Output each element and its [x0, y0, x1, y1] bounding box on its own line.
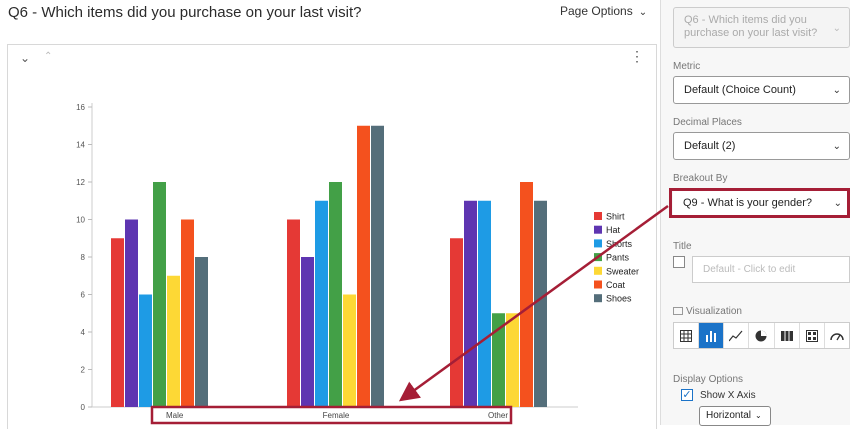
title-label: Title	[673, 241, 692, 252]
pie-chart-icon[interactable]	[749, 323, 775, 348]
bar-sweater-male	[167, 275, 180, 407]
bar-pants-male	[153, 182, 166, 407]
bar-shoes-female	[371, 125, 384, 407]
visualization-label-text: Visualization	[686, 306, 742, 317]
line-chart-icon[interactable]	[724, 323, 750, 348]
bar-shirt-other	[450, 238, 463, 407]
legend-label: Pants	[606, 253, 630, 263]
y-tick-label: 0	[81, 403, 86, 412]
chevron-down-icon: ⌄	[755, 411, 762, 420]
bar-coat-female	[357, 125, 370, 407]
metric-label: Metric	[673, 61, 701, 72]
breakout-by-label: Breakout By	[673, 173, 728, 184]
grid-icon[interactable]	[800, 323, 825, 348]
gauge-icon[interactable]	[825, 323, 849, 348]
y-tick-label: 12	[76, 178, 85, 187]
legend-swatch	[594, 294, 602, 303]
legend-label: Hat	[606, 225, 621, 235]
legend-swatch	[594, 266, 602, 275]
bar-chart-icon[interactable]	[699, 323, 725, 348]
chevron-down-icon: ⌄	[832, 141, 841, 152]
decimal-places-select[interactable]: Default (2) ⌄	[673, 132, 850, 160]
y-tick-label: 6	[81, 291, 86, 300]
breakout-by-value: Q9 - What is your gender?	[683, 197, 813, 209]
y-tick-label: 4	[81, 328, 86, 337]
page-options-label: Page Options	[560, 4, 633, 18]
legend-label: Shoes	[606, 294, 632, 304]
report-header: Q6 - Which items did you purchase on you…	[0, 0, 660, 34]
category-label: Female	[323, 411, 350, 420]
legend-swatch	[594, 239, 602, 248]
bar-pants-other	[492, 313, 505, 407]
decimal-places-value: Default (2)	[684, 140, 736, 152]
bar-shorts-female	[315, 200, 328, 407]
image-icon	[673, 307, 683, 316]
y-tick-label: 10	[76, 216, 85, 225]
display-options-label: Display Options	[673, 374, 744, 385]
metric-select[interactable]: Default (Choice Count) ⌄	[673, 76, 850, 104]
legend-swatch	[594, 212, 602, 220]
page-options-button[interactable]: Page Options ⌄	[560, 4, 647, 18]
bar-pants-female	[329, 182, 342, 407]
bar-shorts-male	[139, 294, 152, 407]
settings-panel: Q6 - Which items did you purchase on you…	[660, 0, 850, 426]
bar-shirt-male	[111, 238, 124, 407]
y-tick-label: 16	[76, 103, 85, 112]
chevron-down-icon: ⌄	[833, 198, 842, 209]
breakdown-bar-icon[interactable]	[775, 323, 800, 348]
show-x-axis-checkbox[interactable]: ✓	[681, 389, 693, 401]
visualization-label: Visualization	[673, 306, 742, 317]
chevron-down-icon: ⌄	[832, 23, 841, 34]
chart-card: ⌄ ⌃ ⋮ 0 2 4 6 8 10 12 14 16 Male Female Other Shirt H…	[7, 44, 657, 429]
y-tick-label: 14	[76, 141, 85, 150]
legend-label: Shirt	[606, 212, 625, 222]
chevron-down-icon: ⌄	[638, 7, 648, 18]
legend-swatch	[594, 280, 602, 289]
x-axis-orientation-value: Horizontal	[706, 410, 752, 421]
legend-swatch	[594, 253, 602, 262]
bar-coat-other	[520, 182, 533, 407]
chevron-down-icon: ⌄	[832, 85, 841, 96]
bar-hat-female	[301, 257, 314, 407]
title-checkbox[interactable]	[673, 256, 685, 268]
bar-shoes-other	[534, 200, 547, 407]
legend-label: Shorts	[606, 239, 633, 249]
question-select[interactable]: Q6 - Which items did you purchase on you…	[673, 7, 850, 48]
bar-hat-other	[464, 200, 477, 407]
bar-shoes-male	[195, 257, 208, 407]
title-input[interactable]: Default - Click to edit	[692, 256, 850, 283]
table-icon[interactable]	[674, 323, 700, 348]
metric-select-value: Default (Choice Count)	[684, 84, 796, 96]
legend-label: Sweater	[606, 266, 639, 276]
bar-chart: 0 2 4 6 8 10 12 14 16 Male Female Other Shirt Hat Shor…	[76, 103, 639, 420]
bar-sweater-female	[343, 294, 356, 407]
show-x-axis-label: Show X Axis	[700, 390, 756, 401]
breakout-by-select[interactable]: Q9 - What is your gender? ⌄	[673, 190, 850, 218]
x-axis-orientation-select[interactable]: Horizontal ⌄	[699, 406, 771, 426]
decimal-places-label: Decimal Places	[673, 117, 742, 128]
category-label: Male	[166, 411, 184, 420]
bar-sweater-other	[506, 313, 519, 407]
y-tick-label: 2	[81, 366, 86, 375]
bar-coat-male	[181, 219, 194, 407]
bar-shirt-female	[287, 219, 300, 407]
legend-label: Coat	[606, 280, 626, 290]
bar-hat-male	[125, 219, 138, 407]
y-tick-label: 8	[81, 253, 86, 262]
page-title: Q6 - Which items did you purchase on you…	[8, 4, 362, 21]
bar-shorts-other	[478, 200, 491, 407]
question-select-value: Q6 - Which items did you purchase on you…	[684, 14, 818, 39]
category-label: Other	[488, 411, 508, 420]
legend-swatch	[594, 225, 602, 234]
visualization-toolbar	[673, 322, 850, 349]
